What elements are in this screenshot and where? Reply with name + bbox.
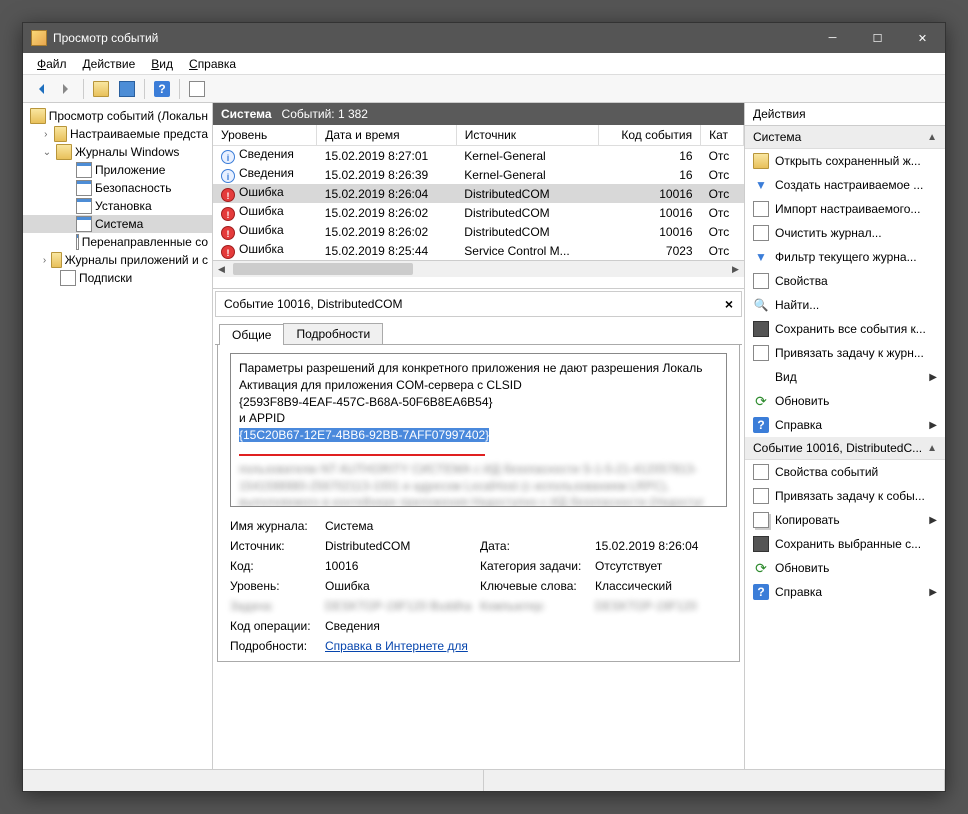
action-import[interactable]: Импорт настраиваемого... [745, 197, 945, 221]
events-table: Уровень Дата и время Источник Код событи… [213, 125, 744, 260]
action-props[interactable]: Свойства [745, 269, 945, 293]
action-savesel[interactable]: Сохранить выбранные с... [745, 532, 945, 556]
tree-app-services[interactable]: ›Журналы приложений и с [23, 251, 212, 269]
events-table-wrap[interactable]: Уровень Дата и время Источник Код событи… [213, 125, 744, 289]
menubar: Файл Действие Вид Справка [23, 53, 945, 75]
action-copy[interactable]: Копировать▶ [745, 508, 945, 532]
detail-tabs: Общие Подробности [215, 323, 742, 345]
action-refresh2[interactable]: ⟳Обновить [745, 556, 945, 580]
maximize-button[interactable]: ☐ [855, 23, 900, 53]
table-row[interactable]: !Ошибка15.02.2019 8:26:02DistributedCOM1… [213, 222, 744, 241]
toolbar: ? [23, 75, 945, 103]
action-evprops[interactable]: Свойства событий [745, 460, 945, 484]
actions-title: Действия [745, 103, 945, 126]
statusbar [23, 769, 945, 791]
action-refresh[interactable]: ⟳Обновить [745, 389, 945, 413]
titlebar: Просмотр событий ─ ☐ ✕ [23, 23, 945, 53]
tree-windows-logs[interactable]: ⌄Журналы Windows [23, 143, 212, 161]
tree-panel[interactable]: Просмотр событий (Локальн ›Настраиваемые… [23, 103, 213, 769]
scroll-thumb[interactable] [233, 263, 413, 275]
main-area: Просмотр событий (Локальн ›Настраиваемые… [23, 103, 945, 769]
selected-appid[interactable]: {15C20B67-12E7-4BB6-92BB-7AFF07997402} [239, 428, 489, 442]
table-row[interactable]: iСведения15.02.2019 8:26:39Kernel-Genera… [213, 165, 744, 184]
actions-panel: Действия Система▲ Открыть сохраненный ж.… [745, 103, 945, 769]
menu-action[interactable]: Действие [75, 55, 144, 73]
action-view[interactable]: Вид▶ [745, 365, 945, 389]
detail-title: Событие 10016, DistributedCOM [224, 297, 402, 311]
col-code[interactable]: Код события [598, 125, 701, 146]
help-button[interactable]: ? [151, 78, 173, 100]
close-button[interactable]: ✕ [900, 23, 945, 53]
action-bind[interactable]: Привязать задачу к журн... [745, 341, 945, 365]
forward-button[interactable] [55, 78, 77, 100]
table-row[interactable]: !Ошибка15.02.2019 8:26:04DistributedCOM1… [213, 184, 744, 203]
action-clear[interactable]: Очистить журнал... [745, 221, 945, 245]
actions-group-system[interactable]: Система▲ [745, 126, 945, 149]
tree-subscriptions[interactable]: Подписки [23, 269, 212, 287]
col-level[interactable]: Уровень [213, 125, 317, 146]
col-date[interactable]: Дата и время [317, 125, 457, 146]
tree-root[interactable]: Просмотр событий (Локальн [23, 107, 212, 125]
events-header-name: Система [221, 107, 272, 121]
app-icon [31, 30, 47, 46]
menu-help[interactable]: Справка [181, 55, 244, 73]
h-scrollbar[interactable]: ◀ ▶ [213, 260, 744, 277]
tree-forwarded[interactable]: Перенаправленные со [23, 233, 212, 251]
actions-group-event[interactable]: Событие 10016, DistributedC...▲ [745, 437, 945, 460]
event-properties: Имя журнала:Система Источник:Distributed… [230, 519, 727, 653]
back-button[interactable] [29, 78, 51, 100]
action-create[interactable]: ▼Создать настраиваемое ... [745, 173, 945, 197]
tree-custom-views[interactable]: ›Настраиваемые предста [23, 125, 212, 143]
underline-mark [239, 454, 485, 456]
event-viewer-window: Просмотр событий ─ ☐ ✕ Файл Действие Вид… [22, 22, 946, 792]
collapse-icon[interactable]: ▲ [927, 443, 937, 454]
action-help[interactable]: ?Справка▶ [745, 413, 945, 437]
minimize-button[interactable]: ─ [810, 23, 855, 53]
table-row[interactable]: iСведения15.02.2019 8:27:01Kernel-Genera… [213, 146, 744, 166]
tree-security[interactable]: Безопасность [23, 179, 212, 197]
tree-application[interactable]: Приложение [23, 161, 212, 179]
tree-system[interactable]: Система [23, 215, 212, 233]
action-filter[interactable]: ▼Фильтр текущего журна... [745, 245, 945, 269]
detail-body: Параметры разрешений для конкретного при… [217, 345, 740, 662]
tree-setup[interactable]: Установка [23, 197, 212, 215]
table-row[interactable]: !Ошибка15.02.2019 8:25:44Service Control… [213, 241, 744, 260]
scroll-right-icon[interactable]: ▶ [727, 261, 744, 278]
tab-general[interactable]: Общие [219, 324, 284, 345]
help-link[interactable]: Справка в Интернете для [325, 639, 468, 653]
window-title: Просмотр событий [53, 31, 158, 45]
action-saveall[interactable]: Сохранить все события к... [745, 317, 945, 341]
collapse-icon[interactable]: ▲ [927, 132, 937, 143]
col-source[interactable]: Источник [456, 125, 598, 146]
toolbar-btn-2[interactable] [116, 78, 138, 100]
toolbar-btn-3[interactable] [186, 78, 208, 100]
detail-header: Событие 10016, DistributedCOM × [215, 291, 742, 317]
tab-details[interactable]: Подробности [283, 323, 383, 344]
events-count: Событий: 1 382 [282, 107, 368, 121]
detail-panel: Событие 10016, DistributedCOM × Общие По… [213, 289, 744, 769]
action-find[interactable]: 🔍Найти... [745, 293, 945, 317]
table-row[interactable]: !Ошибка15.02.2019 8:26:02DistributedCOM1… [213, 203, 744, 222]
description-box[interactable]: Параметры разрешений для конкретного при… [230, 353, 727, 507]
action-bindtask[interactable]: Привязать задачу к собы... [745, 484, 945, 508]
menu-file[interactable]: Файл [29, 55, 75, 73]
events-header: Система Событий: 1 382 [213, 103, 744, 125]
detail-close-icon[interactable]: × [725, 296, 733, 312]
action-help2[interactable]: ?Справка▶ [745, 580, 945, 604]
col-cat[interactable]: Кат [701, 125, 744, 146]
center-panel: Система Событий: 1 382 Уровень Дата и вр… [213, 103, 745, 769]
scroll-left-icon[interactable]: ◀ [213, 261, 230, 278]
toolbar-btn-1[interactable] [90, 78, 112, 100]
menu-view[interactable]: Вид [143, 55, 181, 73]
action-open[interactable]: Открыть сохраненный ж... [745, 149, 945, 173]
